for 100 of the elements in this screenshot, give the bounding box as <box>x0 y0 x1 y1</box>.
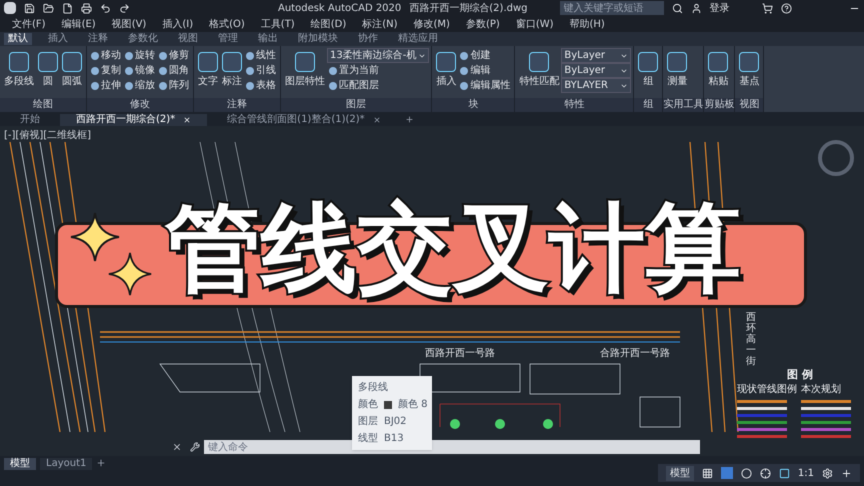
ribbon-tab[interactable]: 默认 <box>4 33 32 45</box>
panel-title[interactable]: 图层 <box>281 98 432 112</box>
ribbon-dropdown[interactable]: ByLayer <box>561 48 632 63</box>
model-button[interactable]: 模型 <box>666 466 694 480</box>
printer-icon[interactable] <box>81 2 92 14</box>
ribbon-button[interactable]: 编辑 <box>458 63 512 78</box>
ribbon-tab[interactable]: 附加模块 <box>294 33 342 45</box>
ribbon-button[interactable]: 表格 <box>244 78 278 93</box>
menu-item[interactable]: 格式(O) <box>209 16 245 32</box>
panel-title[interactable]: 修改 <box>87 98 193 112</box>
menu-item[interactable]: 标注(N) <box>362 16 398 32</box>
ribbon-button[interactable]: 旋转 <box>123 48 157 63</box>
menu-item[interactable]: 编辑(E) <box>62 16 96 32</box>
ribbon-tab[interactable]: 输出 <box>254 33 282 45</box>
ribbon-tab[interactable]: 精选应用 <box>394 33 442 45</box>
ribbon-large-button[interactable]: 多段线 <box>2 48 36 98</box>
redo-icon[interactable] <box>119 2 130 14</box>
menu-item[interactable]: 插入(I) <box>162 16 194 32</box>
settings-icon[interactable] <box>822 468 833 478</box>
road-label: 西路开西一号路 <box>425 347 495 361</box>
close-icon[interactable] <box>183 116 192 124</box>
document-tab[interactable]: 综合管线剖面图(1)整合(1)(2)* <box>211 114 397 126</box>
menu-item[interactable]: 窗口(W) <box>516 16 554 32</box>
panel-title[interactable]: 剪贴板 <box>704 98 734 112</box>
search-field[interactable]: 键入关键字或短语 <box>560 1 664 15</box>
ribbon-large-button[interactable]: 特性匹配 <box>517 48 562 98</box>
ribbon-button[interactable]: 线性 <box>244 48 278 63</box>
ribbon-button[interactable]: 修剪 <box>157 48 191 63</box>
ribbon-button[interactable]: 阵列 <box>157 78 191 93</box>
ribbon-tab[interactable]: 管理 <box>214 33 242 45</box>
folder-icon[interactable] <box>43 2 54 14</box>
panel-title[interactable]: 绘图 <box>0 98 86 112</box>
plus-icon[interactable] <box>841 468 852 478</box>
panel-title[interactable]: 实用工具 <box>663 98 704 112</box>
ribbon-dropdown[interactable]: ByLayer <box>561 63 632 78</box>
wrench-icon[interactable] <box>190 442 200 452</box>
ribbon-large-button[interactable]: 基点 <box>737 48 762 98</box>
layout-tab[interactable]: Layout1 <box>40 458 92 470</box>
user-icon[interactable] <box>690 2 702 14</box>
ribbon-large-button[interactable]: 组 <box>636 48 660 98</box>
ribbon-large-button[interactable]: 测量 <box>665 48 690 98</box>
menu-item[interactable]: 帮助(H) <box>570 16 605 32</box>
ribbon-button[interactable]: 创建 <box>458 48 512 63</box>
panel-title[interactable]: 特性 <box>515 98 634 112</box>
snap-icon[interactable] <box>720 467 733 479</box>
document-tab[interactable]: 开始 <box>4 114 56 126</box>
panel-title[interactable]: 视图 <box>735 98 764 112</box>
menu-item[interactable]: 工具(T) <box>260 16 295 32</box>
ribbon-button[interactable]: 匹配图层 <box>327 78 430 93</box>
ribbon-button[interactable]: 移动 <box>89 48 123 63</box>
ribbon-button[interactable]: 圆角 <box>157 63 191 78</box>
scale-button[interactable]: 1:1 <box>798 466 814 480</box>
ribbon-dropdown[interactable]: BYLAYER <box>561 78 632 93</box>
file-icon[interactable] <box>62 2 73 14</box>
ribbon-large-button[interactable]: 标注 <box>220 48 244 98</box>
ribbon-button[interactable]: 拉伸 <box>89 78 123 93</box>
crosshair-icon[interactable] <box>760 468 771 478</box>
cart-icon[interactable] <box>762 2 772 14</box>
ribbon-button[interactable]: 编辑属性 <box>458 78 512 93</box>
panel-title[interactable]: 块 <box>432 98 514 112</box>
ribbon-large-button[interactable]: 圆弧 <box>60 48 84 98</box>
menu-item[interactable]: 视图(V) <box>112 16 146 32</box>
ribbon-button[interactable]: 引线 <box>244 63 278 78</box>
ribbon-button[interactable]: 镜像 <box>123 63 157 78</box>
ribbon-large-button[interactable]: 文字 <box>196 48 220 98</box>
menu-item[interactable]: 参数(P) <box>466 16 500 32</box>
ribbon-button[interactable]: 置为当前 <box>327 63 430 78</box>
ribbon-button[interactable]: 缩放 <box>123 78 157 93</box>
menu-item[interactable]: 文件(F) <box>12 16 46 32</box>
circle-icon[interactable] <box>740 468 752 478</box>
login-link[interactable]: 登录 <box>710 0 730 16</box>
help-icon[interactable] <box>780 2 792 14</box>
ribbon-large-button[interactable]: 插入 <box>434 48 458 98</box>
document-tab[interactable]: 西路开西一期综合(2)* <box>60 114 208 126</box>
ribbon-button[interactable]: 复制 <box>89 63 123 78</box>
close-icon[interactable] <box>372 116 381 124</box>
ribbon-large-button[interactable]: 图层特性 <box>283 48 327 98</box>
panel-title[interactable]: 注释 <box>194 98 280 112</box>
close-icon[interactable] <box>172 442 182 452</box>
square-icon[interactable] <box>778 468 790 478</box>
ribbon-tab[interactable]: 视图 <box>174 33 202 45</box>
menu-item[interactable]: 修改(M) <box>414 16 450 32</box>
new-tab-icon[interactable] <box>404 115 414 124</box>
ribbon-tab[interactable]: 参数化 <box>124 33 162 45</box>
save-icon[interactable] <box>24 2 35 14</box>
add-layout-icon[interactable] <box>96 458 106 468</box>
ribbon-tab[interactable]: 注释 <box>84 33 112 45</box>
menu-item[interactable]: 绘图(D) <box>310 16 346 32</box>
search-icon[interactable] <box>672 2 682 14</box>
layout-tab[interactable]: 模型 <box>4 458 36 470</box>
ribbon-dropdown[interactable]: 13柔性南边综合-机 <box>327 48 430 63</box>
panel-title[interactable]: 组 <box>634 98 662 112</box>
ribbon-large-button[interactable]: 圆 <box>36 48 60 98</box>
ribbon-tab[interactable]: 插入 <box>44 33 72 45</box>
undo-icon[interactable] <box>100 2 111 14</box>
grid-icon[interactable] <box>702 468 713 478</box>
ribbon-large-button[interactable]: 粘贴 <box>706 48 730 98</box>
tool-icon <box>38 52 58 72</box>
legend-title: 图 例 <box>787 368 813 382</box>
ribbon-tab[interactable]: 协作 <box>354 33 382 45</box>
